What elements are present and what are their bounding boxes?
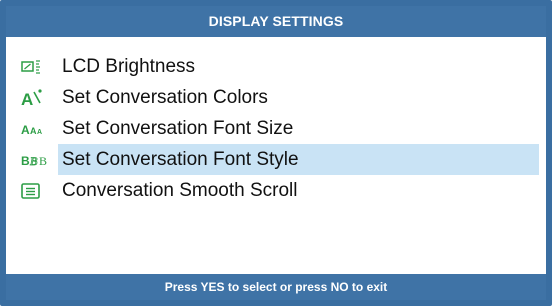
menu-item-lcd-brightness[interactable]: LCD Brightness	[21, 51, 539, 82]
svg-text:B: B	[21, 154, 30, 168]
menu-item-font-style[interactable]: B B B Set Conversation Font Style	[21, 144, 539, 175]
brightness-icon	[21, 51, 58, 82]
menu-item-smooth-scroll[interactable]: Conversation Smooth Scroll	[21, 175, 539, 206]
menu-item-font-size[interactable]: A A A Set Conversation Font Size	[21, 113, 539, 144]
menu-item-label: LCD Brightness	[62, 56, 196, 77]
menu-item-conversation-colors[interactable]: A Set Conversation Colors	[21, 82, 539, 113]
font-style-icon: B B B	[21, 144, 58, 175]
settings-menu: LCD Brightness A Set Conversation Colors…	[21, 51, 539, 206]
font-size-icon: A A A	[21, 113, 58, 144]
text-color-icon: A	[21, 82, 58, 113]
footer-hint: Press YES to select or press NO to exit	[6, 274, 546, 300]
svg-text:B: B	[39, 154, 47, 168]
svg-text:A: A	[30, 126, 37, 136]
svg-text:A: A	[21, 90, 33, 108]
menu-item-label: Conversation Smooth Scroll	[62, 180, 298, 201]
svg-text:A: A	[21, 123, 30, 137]
svg-text:A: A	[37, 129, 42, 136]
menu-item-label: Set Conversation Colors	[62, 87, 268, 108]
screen-title: DISPLAY SETTINGS	[6, 6, 546, 37]
display-settings-screen: DISPLAY SETTINGS LCD Brightness A Set Co…	[0, 0, 552, 306]
menu-item-label: Set Conversation Font Style	[58, 144, 539, 175]
menu-item-label: Set Conversation Font Size	[62, 118, 294, 139]
svg-text:B: B	[30, 154, 38, 168]
smooth-scroll-icon	[21, 175, 58, 206]
